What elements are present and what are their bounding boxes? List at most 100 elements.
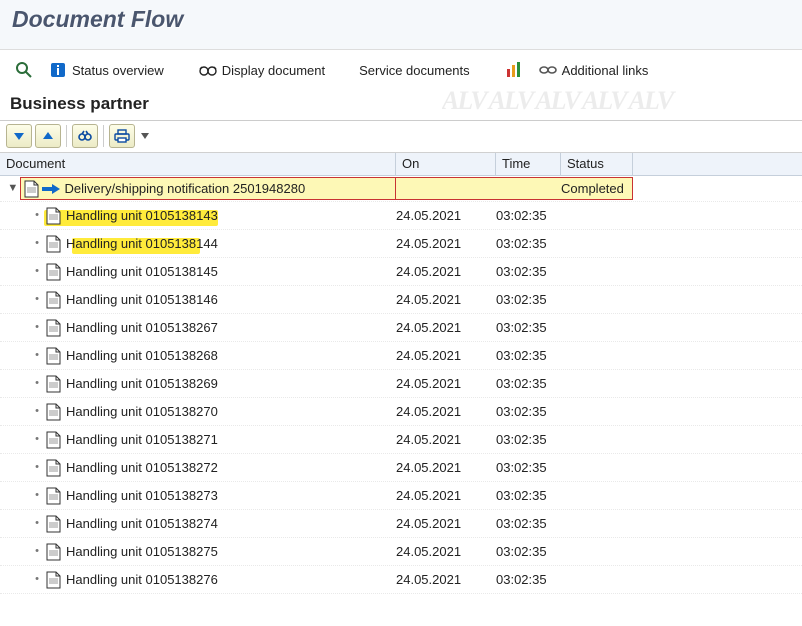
chart-button[interactable] (500, 58, 528, 82)
display-document-button[interactable]: Display document (194, 58, 329, 82)
magnifier-icon (14, 60, 34, 80)
row-text: Delivery/shipping notification 250194828… (61, 181, 306, 196)
service-documents-button[interactable]: Service documents (355, 61, 474, 80)
chevron-up-icon (41, 129, 55, 143)
leaf-bullet-icon: • (30, 378, 44, 389)
display-document-label: Display document (222, 63, 325, 78)
leaf-bullet-icon: • (30, 546, 44, 557)
table-row[interactable]: • Handling unit 0105138274 24.05.202103:02… (0, 510, 802, 538)
table-row[interactable]: • Handling unit 0105138272 24.05.202103:02… (0, 454, 802, 482)
column-document[interactable]: Document (0, 153, 396, 175)
arrow-right-icon (41, 179, 61, 199)
print-button[interactable] (109, 124, 135, 148)
row-time: 03:02:35 (496, 292, 561, 307)
leaf-bullet-icon: • (30, 294, 44, 305)
table-row[interactable]: • Handling unit 0105138269 24.05.202103:02… (0, 370, 802, 398)
document-icon (44, 233, 62, 255)
row-text: Handling unit 0105138276 (62, 572, 218, 587)
table-row[interactable]: •Handling unit 010513827624.05.202103:02… (0, 566, 802, 594)
document-icon (44, 569, 62, 591)
status-overview-button[interactable]: Status overview (44, 58, 168, 82)
row-on: 24.05.2021 (396, 488, 496, 503)
row-text: Handling unit 0105138274 (62, 516, 218, 531)
row-text: Handling unit 0105138143 (62, 208, 218, 223)
additional-links-label: Additional links (562, 63, 649, 78)
collapse-icon[interactable]: ▼ (6, 183, 20, 194)
row-on: 24.05.2021 (396, 544, 496, 559)
table-row[interactable]: •Handling unit 010513827324.05.202103:02… (0, 482, 802, 510)
row-text: Handling unit 0105138269 (62, 376, 218, 391)
row-text: Handling unit 0105138271 (62, 432, 218, 447)
table-row[interactable]: •Handling unit 010513827524.05.202103:02… (0, 538, 802, 566)
row-time: 03:02:35 (496, 516, 561, 531)
leaf-bullet-icon: • (30, 574, 44, 585)
document-icon (23, 178, 41, 200)
row-text: Handling unit 0105138146 (62, 292, 218, 307)
title-area: Document Flow (0, 0, 802, 50)
section-header: Business partner ALV ALV ALV ALV ALV (0, 90, 802, 121)
document-icon (44, 345, 62, 367)
row-on: 24.05.2021 (396, 460, 496, 475)
table-row[interactable]: • Handling unit 0105138143 24.05.202103:02… (0, 202, 802, 230)
row-time: 03:02:35 (496, 460, 561, 475)
info-icon (48, 60, 68, 80)
table-row[interactable]: •Handling unit 010513814424.05.202103:02… (0, 230, 802, 258)
row-on: 24.05.2021 (396, 572, 496, 587)
search-button[interactable] (10, 58, 38, 82)
leaf-bullet-icon: • (30, 322, 44, 333)
document-icon (44, 205, 62, 227)
document-icon (44, 485, 62, 507)
column-on[interactable]: On (396, 153, 496, 175)
table-row[interactable]: •Handling unit 010513827024.05.202103:02… (0, 398, 802, 426)
table-row[interactable]: •Handling unit 010513826824.05.202103:02… (0, 342, 802, 370)
row-on (396, 177, 496, 200)
section-header-label: Business partner (10, 94, 149, 113)
document-icon (44, 261, 62, 283)
grid-header: Document On Time Status (0, 153, 802, 176)
table-row[interactable]: •Handling unit 010513814624.05.202103:02… (0, 286, 802, 314)
row-text: Handling unit 0105138275 (62, 544, 218, 559)
leaf-bullet-icon: • (30, 210, 44, 221)
row-on: 24.05.2021 (396, 208, 496, 223)
expand-all-button[interactable] (6, 124, 32, 148)
row-time: 03:02:35 (496, 208, 561, 223)
table-row[interactable]: • Handling unit 0105138271 24.05.202103:02… (0, 426, 802, 454)
additional-links-button[interactable]: Additional links (534, 58, 653, 82)
row-time: 03:02:35 (496, 376, 561, 391)
leaf-bullet-icon: • (30, 350, 44, 361)
leaf-bullet-icon: • (30, 434, 44, 445)
leaf-bullet-icon: • (30, 462, 44, 473)
column-time[interactable]: Time (496, 153, 561, 175)
print-dropdown[interactable] (138, 125, 152, 147)
status-overview-label: Status overview (72, 63, 164, 78)
row-text: Handling unit 0105138273 (62, 488, 218, 503)
row-on: 24.05.2021 (396, 376, 496, 391)
leaf-bullet-icon: • (30, 518, 44, 529)
row-text: Handling unit 0105138145 (62, 264, 218, 279)
row-time: 03:02:35 (496, 236, 561, 251)
row-time: 03:02:35 (496, 432, 561, 447)
table-row[interactable]: •Handling unit 010513814524.05.202103:02… (0, 258, 802, 286)
find-button[interactable] (72, 124, 98, 148)
printer-icon (114, 129, 130, 143)
grid-body: ▼ Delivery/shipping notification 2501948… (0, 176, 802, 594)
row-time: 03:02:35 (496, 320, 561, 335)
alv-watermark: ALV ALV ALV ALV ALV (442, 86, 802, 120)
document-icon (44, 457, 62, 479)
row-text: Handling unit 0105138272 (62, 460, 218, 475)
row-on: 24.05.2021 (396, 432, 496, 447)
column-status[interactable]: Status (561, 153, 633, 175)
row-on: 24.05.2021 (396, 348, 496, 363)
bar-chart-icon (504, 60, 524, 80)
table-row[interactable]: •Handling unit 010513826724.05.202103:02… (0, 314, 802, 342)
row-time: 03:02:35 (496, 264, 561, 279)
row-on: 24.05.2021 (396, 516, 496, 531)
leaf-bullet-icon: • (30, 266, 44, 277)
collapse-all-button[interactable] (35, 124, 61, 148)
row-text: Handling unit 0105138267 (62, 320, 218, 335)
leaf-bullet-icon: • (30, 406, 44, 417)
table-row-root[interactable]: ▼ Delivery/shipping notification 2501948… (0, 176, 802, 202)
link-icon (538, 60, 558, 80)
row-time (496, 177, 561, 200)
service-documents-label: Service documents (359, 63, 470, 78)
